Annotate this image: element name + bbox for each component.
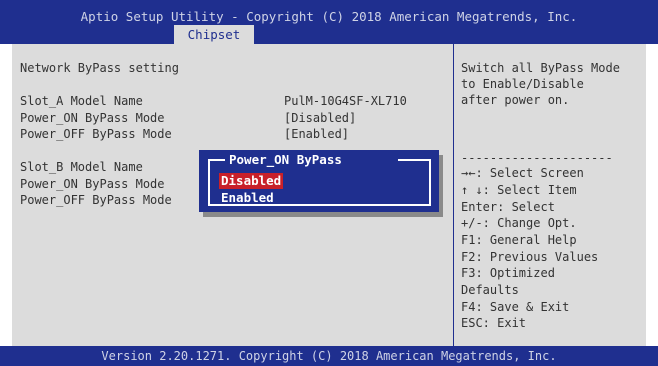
slot-a-model-label: Slot_A Model Name bbox=[20, 94, 143, 108]
slot-b-model-label: Slot_B Model Name bbox=[20, 160, 143, 174]
help-key-line: +/-: Change Opt. bbox=[461, 216, 577, 230]
help-description-line: Switch all ByPass Mode bbox=[461, 61, 620, 75]
slot-b-power-on-label[interactable]: Power_ON ByPass Mode bbox=[20, 177, 165, 191]
app-title: Aptio Setup Utility - Copyright (C) 2018… bbox=[80, 9, 578, 24]
popup-option-enabled[interactable]: Enabled bbox=[219, 190, 276, 206]
section-title: Network ByPass setting bbox=[20, 61, 179, 75]
slot-a-power-on-value[interactable]: [Disabled] bbox=[284, 111, 356, 125]
help-key-line: ESC: Exit bbox=[461, 316, 527, 330]
help-key-line: F4: Save & Exit bbox=[461, 300, 570, 314]
help-key-line: →←: Select Screen bbox=[461, 166, 584, 180]
header-bar: Aptio Setup Utility - Copyright (C) 2018… bbox=[0, 0, 658, 44]
popup-title: Power_ON ByPass bbox=[229, 152, 342, 167]
help-key-line: Defaults bbox=[461, 283, 519, 297]
help-key-line: F3: Optimized bbox=[461, 266, 555, 280]
slot-a-power-on-label[interactable]: Power_ON ByPass Mode bbox=[20, 111, 165, 125]
help-key-line: ↑ ↓: Select Item bbox=[461, 183, 577, 197]
help-key-line: Enter: Select bbox=[461, 200, 555, 214]
panel-divider bbox=[453, 44, 454, 346]
tab-chipset[interactable]: Chipset bbox=[174, 25, 254, 44]
help-description-line: after power on. bbox=[461, 93, 570, 107]
popup-option-disabled[interactable]: Disabled bbox=[219, 173, 284, 189]
help-key-line: F1: General Help bbox=[461, 233, 577, 247]
footer-bar: Version 2.20.1271. Copyright (C) 2018 Am… bbox=[0, 346, 658, 366]
version-text: Version 2.20.1271. Copyright (C) 2018 Am… bbox=[101, 349, 557, 363]
slot-a-model-value: PulM-10G4SF-XL710 bbox=[284, 94, 407, 108]
slot-a-power-off-value[interactable]: [Enabled] bbox=[284, 127, 349, 141]
help-separator: --------------------- bbox=[461, 151, 613, 165]
bios-screen: Aptio Setup Utility - Copyright (C) 2018… bbox=[0, 0, 658, 366]
slot-b-power-off-label[interactable]: Power_OFF ByPass Mode bbox=[20, 193, 172, 207]
slot-a-power-off-label[interactable]: Power_OFF ByPass Mode bbox=[20, 127, 172, 141]
help-key-line: F2: Previous Values bbox=[461, 250, 599, 264]
help-description-line: to Enable/Disable bbox=[461, 77, 584, 91]
